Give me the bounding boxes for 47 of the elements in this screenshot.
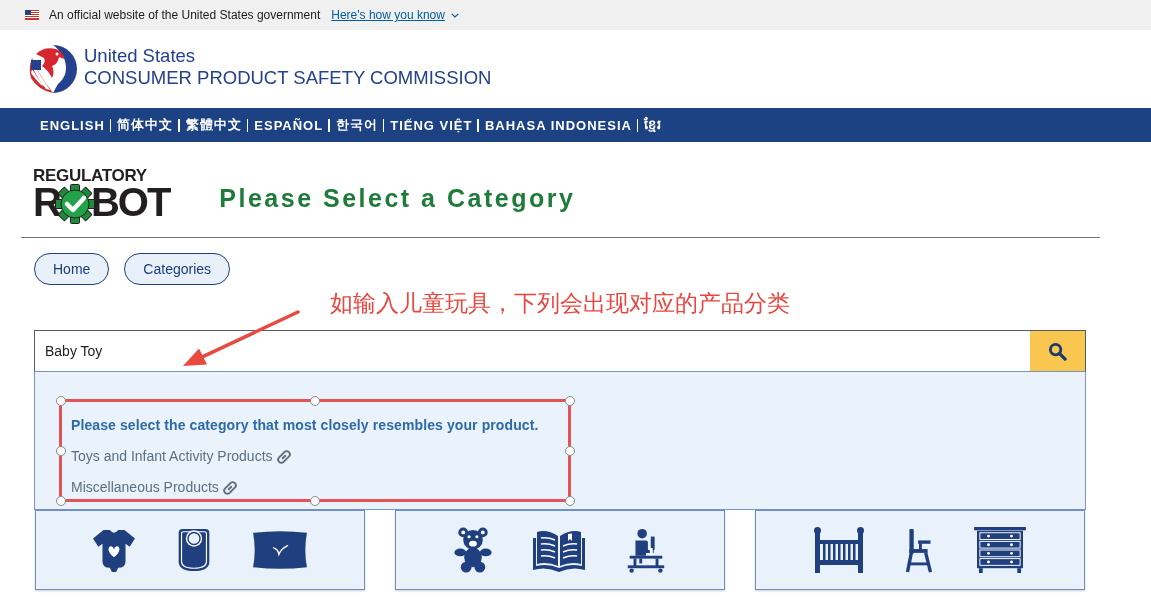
page-title: Please Select a Category xyxy=(219,184,576,213)
language-link[interactable]: BAHASA INDONESIA xyxy=(484,117,632,133)
resize-handle-icon xyxy=(310,495,320,506)
official-site-text: An official website of the United States government xyxy=(49,8,321,22)
language-link[interactable]: ខ្មែរ xyxy=(644,115,663,135)
eagle-flag-logo xyxy=(28,44,78,94)
language-link[interactable]: 简体中文 xyxy=(117,116,174,134)
language-link[interactable]: ENGLISH xyxy=(40,117,105,133)
suggestion-heading: Please select the category that most closely resembles your product. xyxy=(71,418,540,433)
language-link[interactable]: 한국어 xyxy=(335,116,378,134)
language-link[interactable]: TIẾNG VIỆT xyxy=(390,117,473,133)
child-at-desk-icon xyxy=(626,527,666,573)
open-book-icon xyxy=(532,528,586,572)
logo-text: R xyxy=(33,185,60,219)
annotation-text: 如输入儿童玩具，下列会出现对应的产品分类 xyxy=(330,290,790,316)
logo-text: BOT xyxy=(90,185,170,219)
resize-handle-icon xyxy=(564,495,575,506)
breadcrumb-button[interactable]: Categories xyxy=(124,253,231,285)
blanket-icon xyxy=(252,530,308,570)
high-chair-icon xyxy=(905,527,933,573)
logo-text: REGULATORY xyxy=(33,168,147,183)
category-card[interactable] xyxy=(35,510,365,590)
agency-name-line: United States xyxy=(84,45,197,67)
link-icon xyxy=(276,449,291,464)
how-you-know-link[interactable]: Here's how you know xyxy=(331,8,445,22)
crib-icon xyxy=(813,527,865,573)
resize-handle-icon xyxy=(55,495,66,506)
resize-handle-icon xyxy=(55,445,66,456)
bib-icon xyxy=(176,527,212,573)
language-link[interactable]: ESPAÑOL xyxy=(254,117,324,133)
caret-icon xyxy=(450,12,459,18)
resize-handle-icon xyxy=(564,445,575,456)
resize-handle-icon xyxy=(564,395,575,406)
link-icon xyxy=(222,480,237,495)
teddy-bear-icon xyxy=(454,527,492,573)
us-flag-icon xyxy=(25,10,39,20)
breadcrumb-button[interactable]: Home xyxy=(34,253,110,285)
agency-name-line: CONSUMER PRODUCT SAFETY COMMISSION xyxy=(84,67,492,89)
dresser-icon xyxy=(973,527,1027,573)
onesie-icon xyxy=(92,528,136,572)
resize-handle-icon xyxy=(55,395,66,406)
resize-handle-icon xyxy=(310,395,320,406)
category-link[interactable]: Toys and Infant Activity Products xyxy=(71,449,291,464)
category-link[interactable]: Miscellaneous Products xyxy=(71,480,237,495)
language-link[interactable]: 繁體中文 xyxy=(185,116,242,134)
category-card[interactable] xyxy=(755,510,1085,590)
category-card[interactable] xyxy=(395,510,725,590)
